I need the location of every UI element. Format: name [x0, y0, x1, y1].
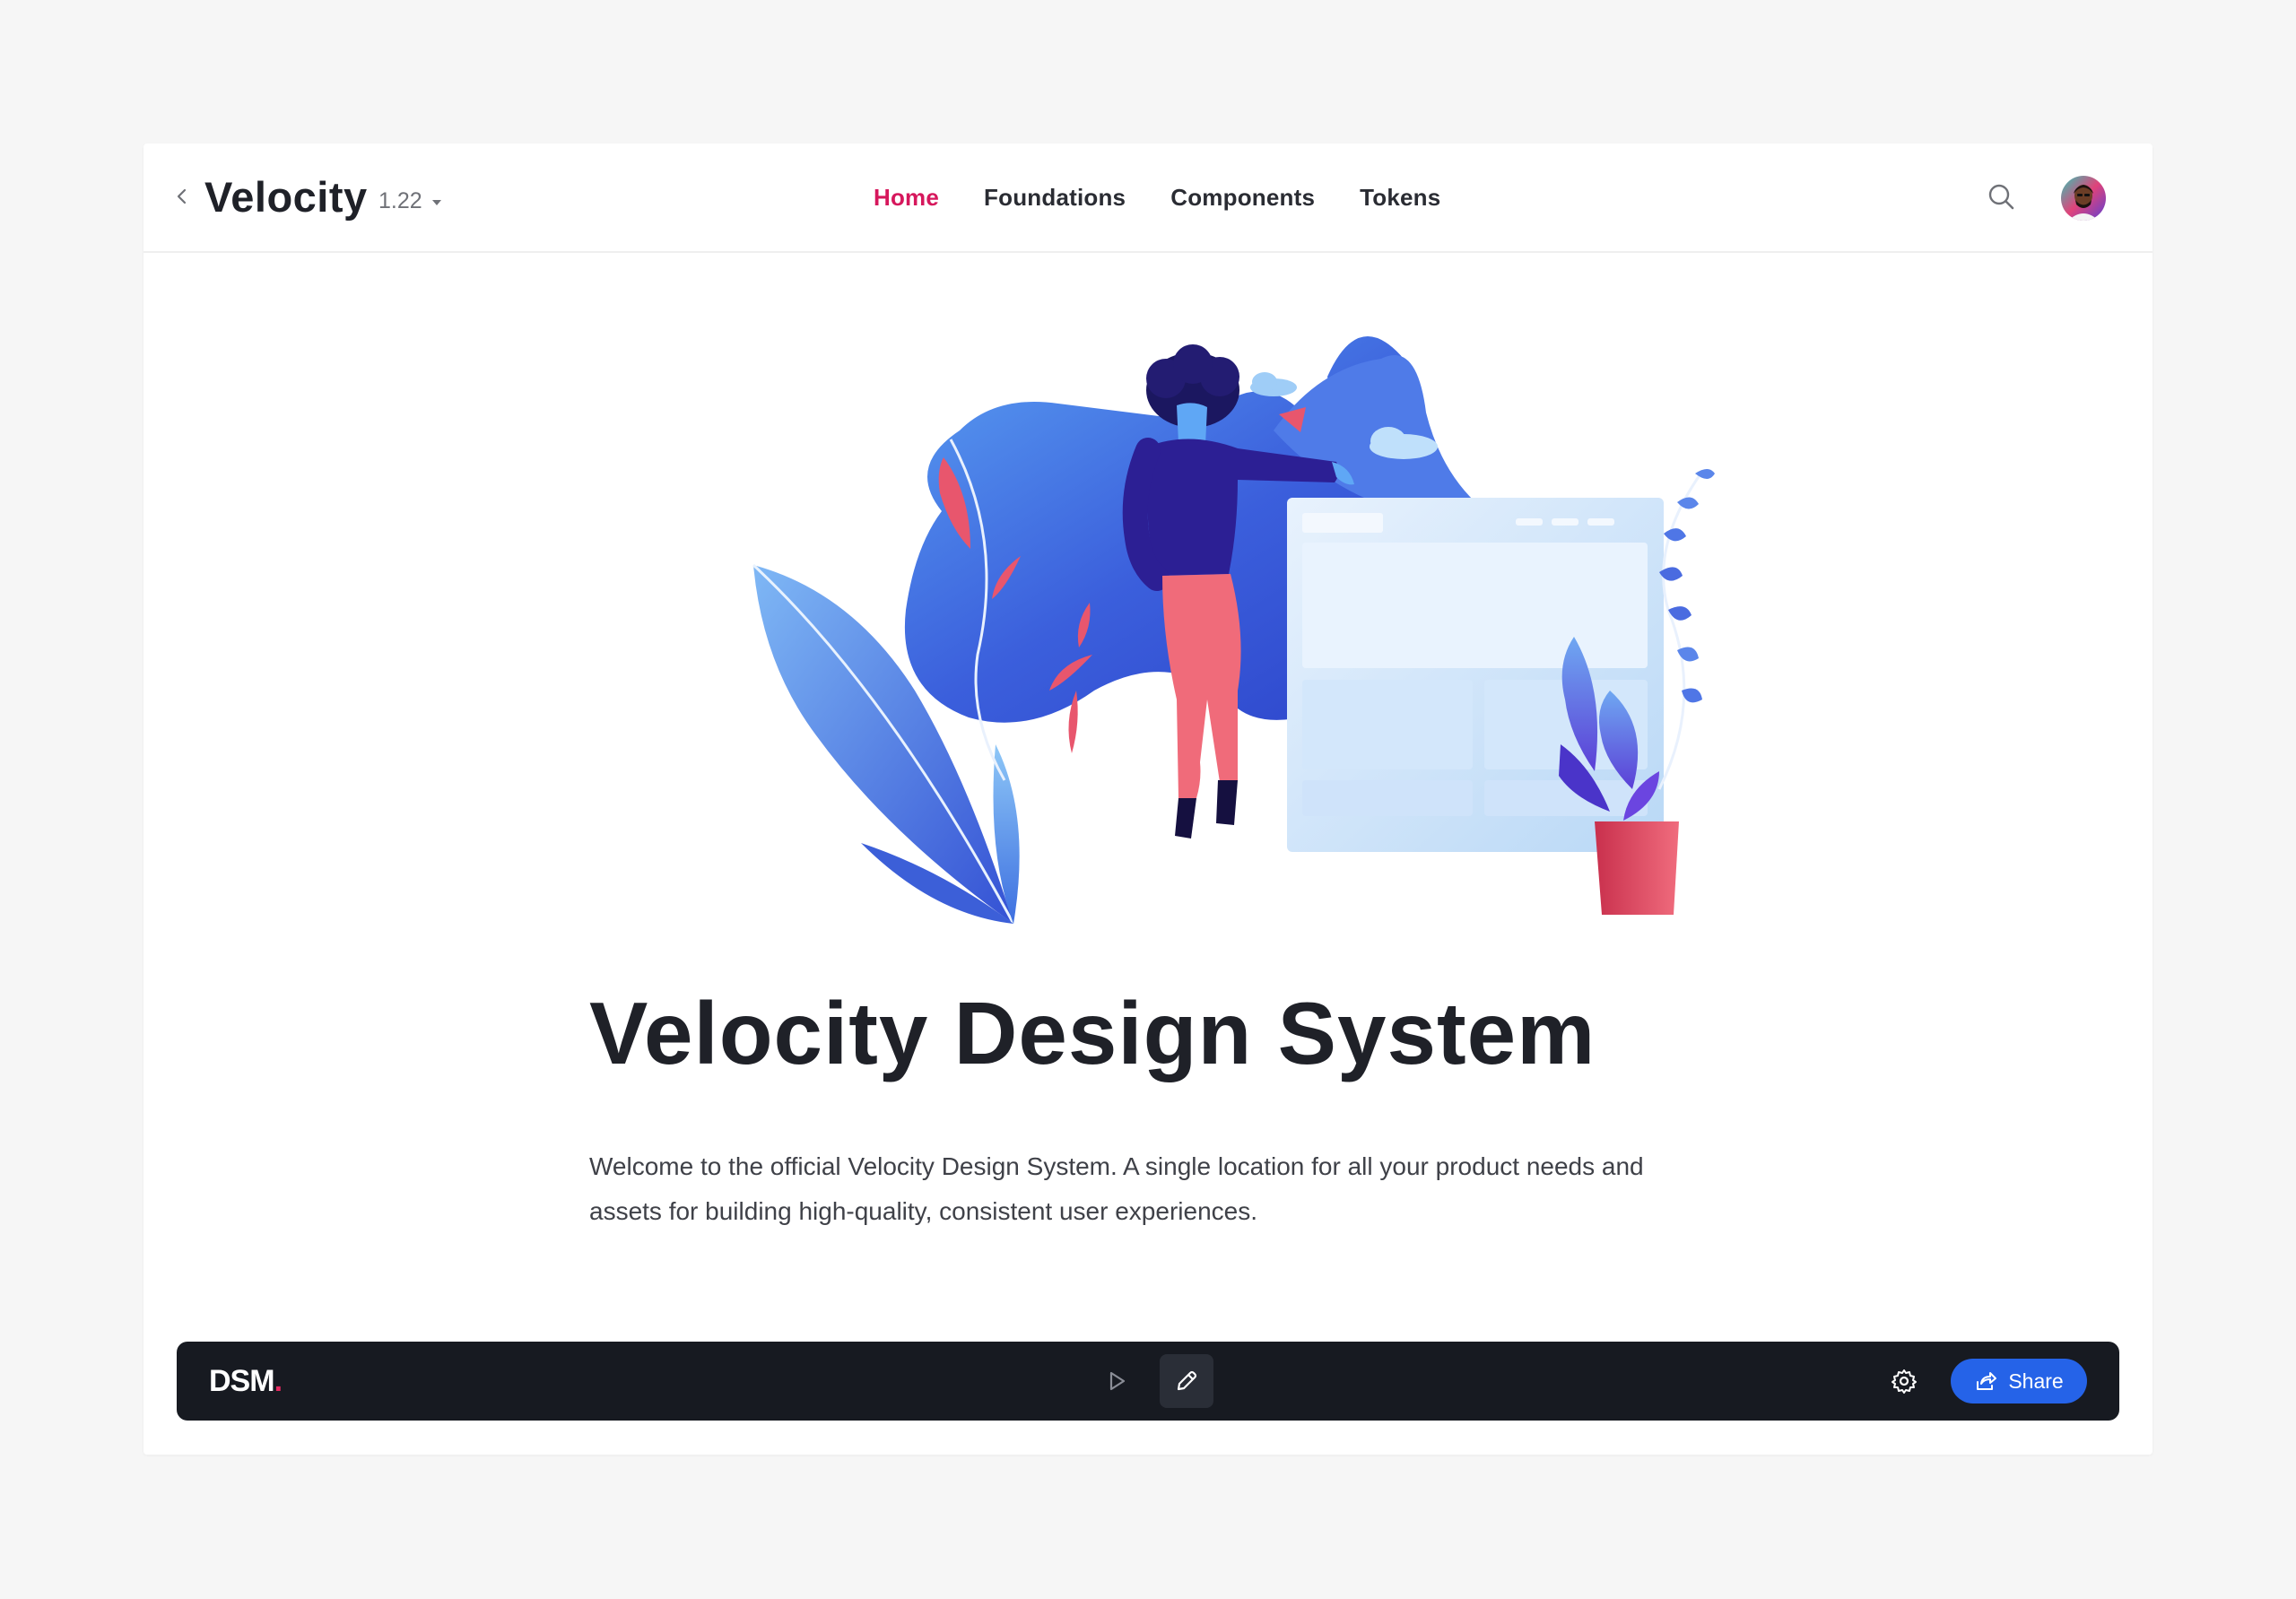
dsm-logo-dot: . — [274, 1364, 283, 1398]
page-description: Welcome to the official Velocity Design … — [589, 1152, 1644, 1225]
nav-item-foundations[interactable]: Foundations — [984, 179, 1126, 215]
nav-item-tokens[interactable]: Tokens — [1360, 179, 1440, 215]
share-button-label: Share — [2008, 1369, 2064, 1393]
chevron-left-icon[interactable] — [169, 183, 196, 210]
edit-button[interactable] — [1160, 1354, 1213, 1408]
nav-item-components[interactable]: Components — [1170, 179, 1315, 215]
dsm-logo[interactable]: DSM. — [209, 1361, 283, 1401]
version-label: 1.22 — [378, 188, 422, 213]
version-selector[interactable]: 1.22 — [378, 187, 444, 215]
avatar[interactable] — [2061, 176, 2106, 221]
search-icon[interactable] — [1986, 181, 2018, 213]
dsm-toolbar: DSM. Share — [177, 1342, 2119, 1421]
share-button[interactable]: Share — [1951, 1359, 2087, 1403]
avatar-image — [2061, 176, 2106, 221]
brand-title[interactable]: Velocity — [204, 170, 368, 224]
dsm-logo-text: DSM — [209, 1364, 275, 1398]
settings-button[interactable] — [1883, 1360, 1926, 1403]
nav-item-home[interactable]: Home — [874, 179, 939, 215]
play-icon — [1109, 1371, 1126, 1391]
preview-button[interactable] — [1093, 1358, 1140, 1404]
top-navigation-bar: Velocity 1.22 Home Foundations Component… — [144, 143, 2152, 253]
page-title: Velocity Design System — [589, 984, 1596, 1082]
gear-icon — [1892, 1369, 1917, 1394]
hero-illustration — [752, 336, 1715, 925]
share-arrow-icon — [1977, 1372, 1997, 1390]
caret-down-icon — [431, 200, 441, 205]
page-card: Velocity 1.22 Home Foundations Component… — [144, 143, 2152, 1455]
main-nav: Home Foundations Components Tokens — [874, 179, 1440, 215]
pencil-icon — [1177, 1370, 1197, 1391]
